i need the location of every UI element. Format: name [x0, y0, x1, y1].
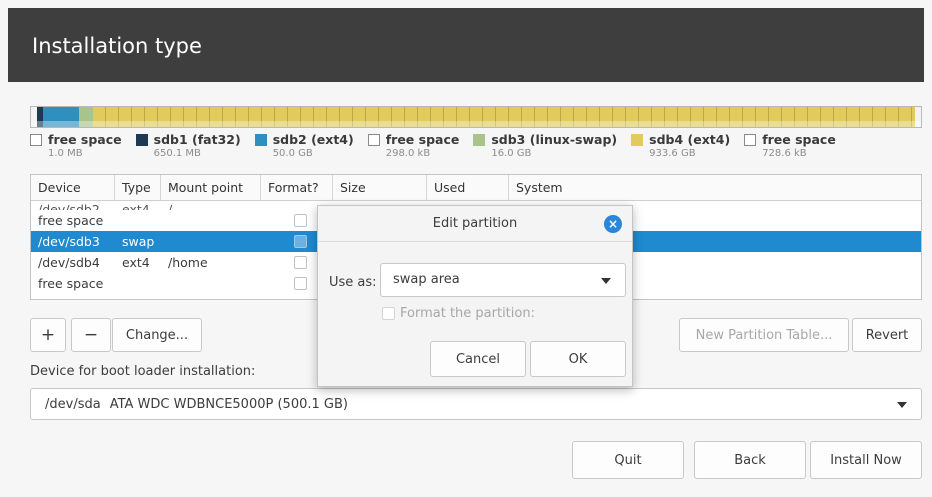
- ok-button[interactable]: OK: [530, 341, 626, 377]
- legend-size: 728.6 kB: [762, 148, 807, 159]
- column-header-format[interactable]: Format?: [261, 175, 333, 200]
- format-checkbox[interactable]: [294, 277, 307, 290]
- legend-item: free space 298.0 kB: [367, 132, 460, 159]
- format-checkbox[interactable]: [294, 214, 307, 227]
- legend-item: free space 1.0 MB: [30, 132, 122, 159]
- cell-device: free space: [38, 276, 104, 291]
- legend-label: sdb2 (ext4): [272, 132, 354, 147]
- partition-legend: free space 1.0 MB sdb1 (fat32) 650.1 MB …: [30, 132, 850, 159]
- legend-size: 650.1 MB: [153, 148, 201, 159]
- boot-loader-device-select[interactable]: /dev/sda ATA WDC WDBNCE5000P (500.1 GB): [30, 388, 922, 420]
- boot-loader-label: Device for boot loader installation:: [30, 364, 256, 379]
- legend-swatch: [30, 133, 42, 146]
- add-partition-button[interactable]: +: [30, 318, 66, 352]
- legend-label: free space: [48, 132, 122, 147]
- column-header-used[interactable]: Used: [427, 175, 509, 200]
- legend-size: 298.0 kB: [385, 148, 431, 159]
- cell-type: ext4: [122, 202, 150, 210]
- new-partition-table-button[interactable]: New Partition Table...: [679, 318, 849, 352]
- legend-swatch: [367, 133, 380, 146]
- format-checkbox[interactable]: [294, 256, 307, 269]
- boot-device-description: ATA WDC WDBNCE5000P (500.1 GB): [109, 396, 348, 412]
- legend-size: 16.0 GB: [491, 148, 532, 159]
- partition-bar-sdb2: [43, 107, 79, 127]
- partition-bar-sdb3: [79, 107, 93, 127]
- legend-item: sdb3 (linux-swap) 16.0 GB: [473, 132, 617, 159]
- legend-label: sdb4 (ext4): [649, 132, 731, 147]
- dropdown-arrow-icon: [897, 402, 907, 408]
- partition-bar: [30, 106, 922, 128]
- edit-partition-dialog: Edit partition × Use as: swap area Forma…: [317, 205, 633, 387]
- remove-partition-button[interactable]: −: [71, 318, 111, 352]
- dropdown-arrow-icon: [601, 278, 611, 284]
- legend-swatch: [254, 133, 267, 146]
- table-header: Device Type Mount point Format? Size Use…: [31, 175, 921, 201]
- dialog-title: Edit partition: [318, 206, 632, 242]
- close-icon[interactable]: ×: [604, 215, 622, 233]
- partition-bar-free-space-end: [915, 107, 921, 127]
- legend-item: free space 728.6 kB: [744, 132, 836, 159]
- legend-swatch: [135, 133, 148, 146]
- title-bar: Installation type: [8, 8, 924, 82]
- format-partition-checkbox[interactable]: [382, 307, 395, 320]
- use-as-select[interactable]: swap area: [380, 263, 626, 297]
- legend-swatch: [631, 133, 644, 146]
- window-title: Installation type: [32, 34, 202, 58]
- format-partition-option[interactable]: Format the partition:: [382, 306, 535, 321]
- use-as-value: swap area: [393, 272, 460, 287]
- cell-device: /dev/sdb2: [38, 202, 100, 210]
- legend-label: sdb3 (linux-swap): [491, 132, 618, 147]
- cell-type: ext4: [122, 255, 150, 270]
- quit-button[interactable]: Quit: [572, 441, 684, 479]
- legend-label: sdb1 (fat32): [153, 132, 241, 147]
- legend-item: sdb1 (fat32) 650.1 MB: [135, 132, 241, 159]
- legend-label: free space: [385, 132, 460, 147]
- cell-type: swap: [122, 234, 155, 249]
- column-header-mount-point[interactable]: Mount point: [161, 175, 261, 200]
- format-partition-label: Format the partition:: [400, 306, 535, 321]
- boot-device-path: /dev/sda: [45, 396, 101, 412]
- cancel-button[interactable]: Cancel: [430, 341, 526, 377]
- cell-device: free space: [38, 213, 104, 228]
- back-button[interactable]: Back: [694, 441, 806, 479]
- column-header-type[interactable]: Type: [115, 175, 161, 200]
- legend-size: 1.0 MB: [48, 148, 83, 159]
- legend-item: sdb4 (ext4) 933.6 GB: [631, 132, 730, 159]
- legend-size: 933.6 GB: [649, 148, 696, 159]
- format-checkbox[interactable]: [294, 235, 307, 248]
- cell-mount-point: /: [168, 202, 173, 210]
- column-header-system[interactable]: System: [509, 175, 921, 200]
- column-header-device[interactable]: Device: [31, 175, 115, 200]
- column-header-size[interactable]: Size: [333, 175, 427, 200]
- use-as-label: Use as:: [329, 275, 377, 290]
- cell-device: /dev/sdb3: [38, 234, 100, 249]
- legend-size: 50.0 GB: [272, 148, 313, 159]
- legend-swatch: [744, 133, 757, 146]
- partition-bar-sdb4: [93, 107, 915, 127]
- legend-item: sdb2 (ext4) 50.0 GB: [254, 132, 354, 159]
- install-now-button[interactable]: Install Now: [810, 441, 922, 479]
- revert-button[interactable]: Revert: [852, 318, 922, 352]
- legend-swatch: [473, 133, 486, 146]
- change-partition-button[interactable]: Change...: [112, 318, 202, 352]
- legend-label: free space: [762, 132, 836, 147]
- cell-mount-point: /home: [168, 255, 208, 270]
- cell-device: /dev/sdb4: [38, 255, 100, 270]
